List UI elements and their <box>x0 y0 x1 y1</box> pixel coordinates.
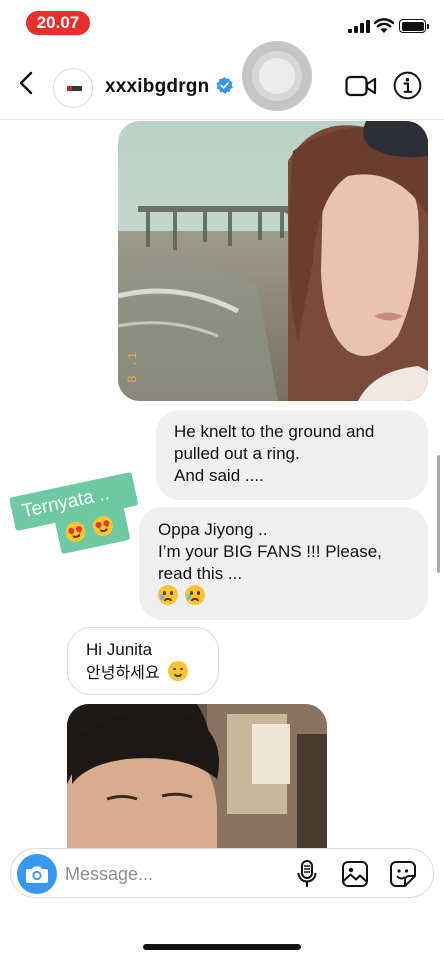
gallery-icon[interactable] <box>341 860 369 888</box>
chat-username[interactable]: xxxibgdrgn <box>105 76 209 98</box>
status-time[interactable]: 20.07 <box>26 11 90 35</box>
message-text: read this ... <box>158 564 243 583</box>
photo-message[interactable]: 8 .1 <box>118 121 428 401</box>
verified-badge-icon <box>216 77 233 94</box>
message-text: And said .... <box>174 466 264 485</box>
camera-icon <box>26 866 48 883</box>
assistive-touch-button[interactable] <box>242 41 312 111</box>
avatar[interactable] <box>53 68 93 108</box>
scroll-indicator[interactable] <box>437 455 440 573</box>
back-chevron-icon[interactable] <box>14 70 40 96</box>
wifi-icon <box>374 18 394 33</box>
home-indicator[interactable] <box>143 944 301 950</box>
incoming-message-bubble[interactable]: Hi Junita 안녕하세요 <box>67 627 219 695</box>
camera-button[interactable] <box>17 854 57 894</box>
info-icon[interactable] <box>393 71 422 100</box>
photo-date-stamp: 8 .1 <box>125 352 140 383</box>
selfie-image <box>67 704 327 854</box>
emoji-row <box>158 585 414 608</box>
chat-header: xxxibgdrgn <box>0 41 444 120</box>
message-text: He knelt to the ground and <box>174 422 375 441</box>
message-text: 안녕하세요 <box>86 663 160 682</box>
crying-face-emoji <box>158 585 178 605</box>
message-text: Hi Junita <box>86 640 153 659</box>
cellular-signal-icon <box>348 20 370 33</box>
photo-message[interactable] <box>67 704 327 854</box>
heart-eyes-emoji <box>63 519 88 544</box>
ternyata-sticker: Ternyata .. <box>6 457 152 574</box>
message-line: 안녕하세요 <box>86 661 206 684</box>
message-input[interactable] <box>65 861 285 887</box>
message-text: I’m your BIG FANS !!! Please, <box>158 542 382 561</box>
beach-selfie-image: 8 .1 <box>118 121 428 401</box>
status-bar: 20.07 <box>0 0 444 46</box>
outgoing-message-bubble[interactable]: Oppa Jiyong .. I’m your BIG FANS !!! Ple… <box>139 507 428 620</box>
video-call-icon[interactable] <box>345 74 377 98</box>
message-text: pulled out a ring. <box>174 444 300 463</box>
microphone-icon[interactable] <box>295 859 319 889</box>
sticker-icon[interactable] <box>389 860 417 888</box>
outgoing-message-bubble[interactable]: He knelt to the ground and pulled out a … <box>156 410 428 500</box>
message-text: Oppa Jiyong .. <box>158 520 268 539</box>
heart-eyes-emoji <box>91 514 115 538</box>
battery-cap <box>427 24 429 29</box>
message-composer <box>10 848 434 898</box>
smiling-face-emoji <box>168 661 189 681</box>
crying-face-emoji <box>184 585 205 605</box>
battery-icon <box>399 19 426 33</box>
